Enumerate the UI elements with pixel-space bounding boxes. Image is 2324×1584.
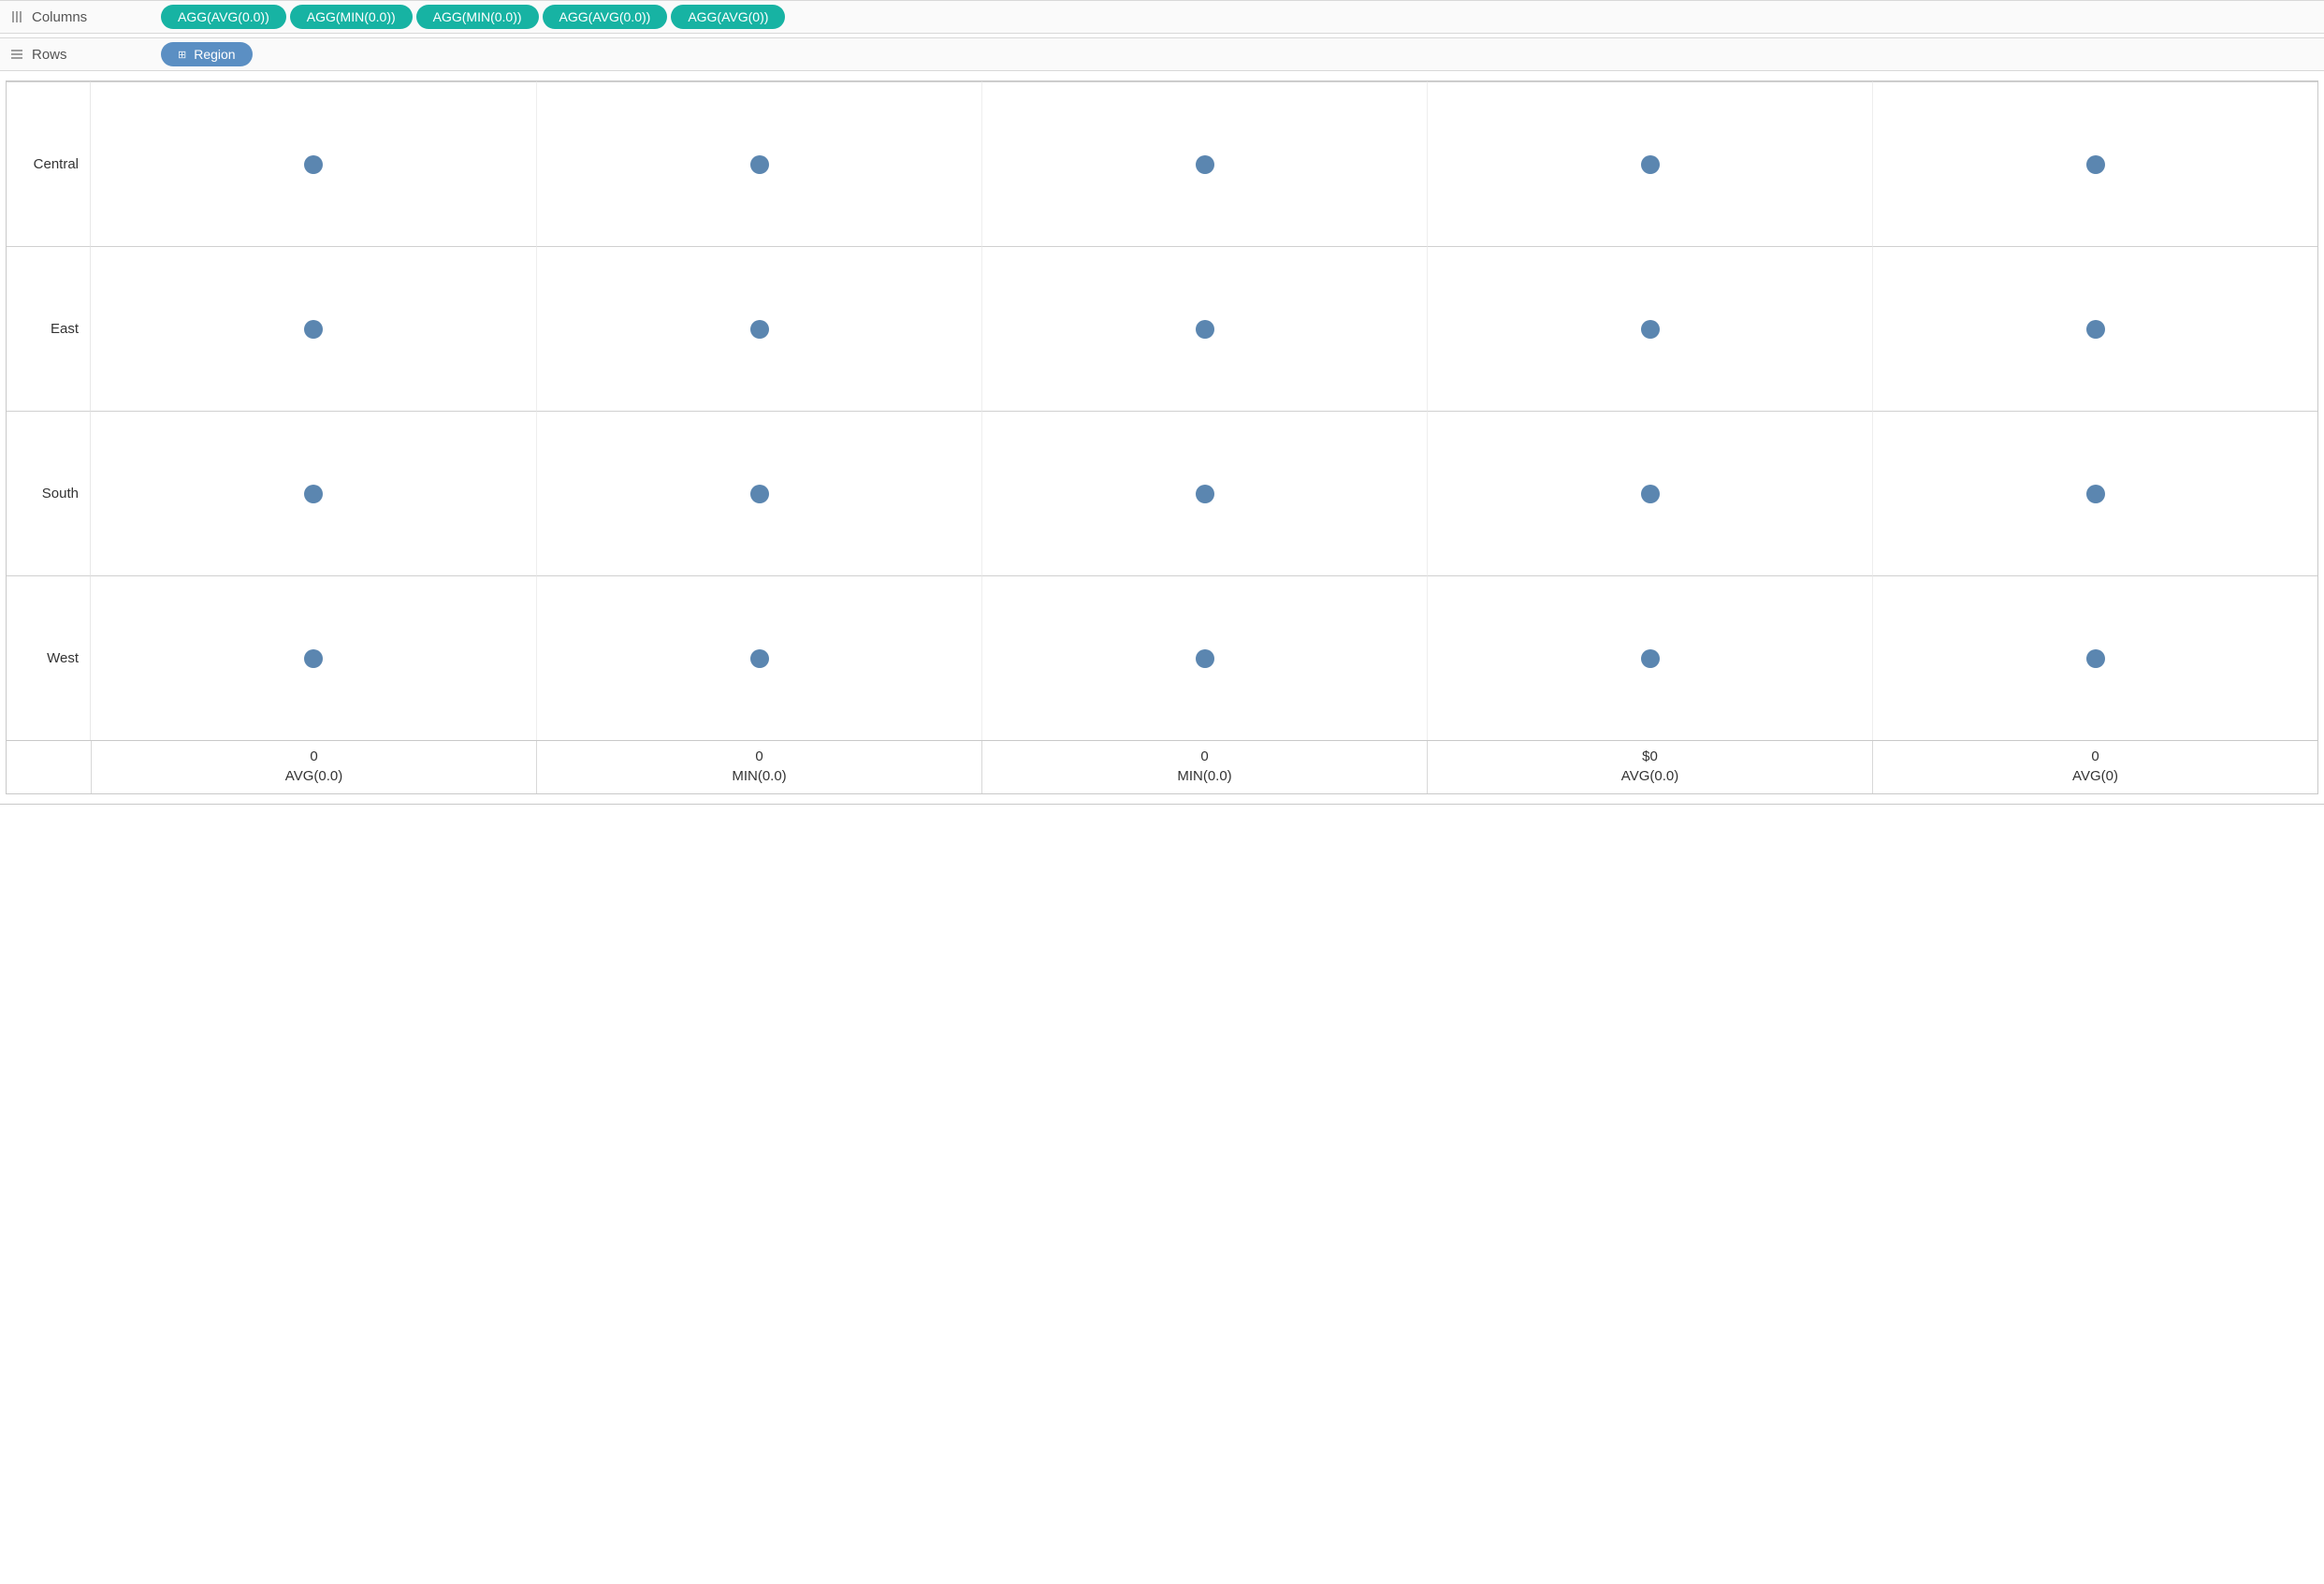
mark-cell[interactable] <box>536 81 981 246</box>
mark-dot[interactable] <box>1641 485 1660 503</box>
x-axis: 0 AVG(0.0) 0 MIN(0.0) 0 MIN(0.0) $0 AVG(… <box>7 740 2317 793</box>
columns-shelf[interactable]: Columns AGG(AVG(0.0)) AGG(MIN(0.0)) AGG(… <box>0 0 2324 34</box>
mark-cell[interactable] <box>1872 575 2317 740</box>
mark-dot[interactable] <box>750 155 769 174</box>
mark-dot[interactable] <box>1196 155 1214 174</box>
columns-shelf-label: Columns <box>0 7 157 27</box>
axis-col-4[interactable]: 0 AVG(0) <box>1872 741 2317 793</box>
mark-dot[interactable] <box>1641 155 1660 174</box>
mark-dot[interactable] <box>2086 485 2105 503</box>
axis-tick: $0 <box>1431 748 1868 764</box>
columns-label-text: Columns <box>32 9 87 25</box>
columns-icon <box>9 10 24 23</box>
column-pill-4[interactable]: AGG(AVG(0)) <box>671 5 785 29</box>
mark-cell[interactable] <box>536 246 981 411</box>
column-pill-3[interactable]: AGG(AVG(0.0)) <box>543 5 668 29</box>
axis-col-0[interactable]: 0 AVG(0.0) <box>91 741 536 793</box>
mark-dot[interactable] <box>304 485 323 503</box>
mark-dot[interactable] <box>2086 320 2105 339</box>
mark-cell[interactable] <box>1427 81 1872 246</box>
mark-cell[interactable] <box>1872 411 2317 575</box>
axis-spacer <box>7 741 91 793</box>
mark-cell[interactable] <box>91 575 536 740</box>
mark-dot[interactable] <box>1196 320 1214 339</box>
mark-dot[interactable] <box>1196 649 1214 668</box>
axis-col-3[interactable]: $0 AVG(0.0) <box>1427 741 1872 793</box>
mark-dot[interactable] <box>750 320 769 339</box>
column-pill-2[interactable]: AGG(MIN(0.0)) <box>416 5 539 29</box>
axis-label: AVG(0.0) <box>1431 768 1868 784</box>
mark-cell[interactable] <box>1427 575 1872 740</box>
mark-cell[interactable] <box>981 575 1427 740</box>
axis-label: MIN(0.0) <box>541 768 978 784</box>
rows-label-text: Rows <box>32 47 67 63</box>
axis-col-2[interactable]: 0 MIN(0.0) <box>981 741 1427 793</box>
row-header-central[interactable]: Central <box>7 81 91 246</box>
axis-label: AVG(0) <box>1877 768 2314 784</box>
mark-dot[interactable] <box>750 649 769 668</box>
mark-cell[interactable] <box>91 81 536 246</box>
row-header-west[interactable]: West <box>7 575 91 740</box>
mark-dot[interactable] <box>304 649 323 668</box>
axis-col-1[interactable]: 0 MIN(0.0) <box>536 741 981 793</box>
mark-dot[interactable] <box>1196 485 1214 503</box>
mark-dot[interactable] <box>1641 320 1660 339</box>
mark-cell[interactable] <box>981 246 1427 411</box>
mark-dot[interactable] <box>750 485 769 503</box>
worksheet-viz[interactable]: Central East South West <box>6 80 2318 794</box>
mark-dot[interactable] <box>1641 649 1660 668</box>
axis-tick: 0 <box>541 748 978 764</box>
column-pill-1[interactable]: AGG(MIN(0.0)) <box>290 5 413 29</box>
row-pill-region[interactable]: ⊞ Region <box>161 42 253 66</box>
status-divider <box>0 804 2324 805</box>
mark-dot[interactable] <box>2086 155 2105 174</box>
mark-cell[interactable] <box>1427 246 1872 411</box>
rows-shelf[interactable]: Rows ⊞ Region <box>0 37 2324 71</box>
mark-cell[interactable] <box>91 411 536 575</box>
mark-cell[interactable] <box>981 411 1427 575</box>
mark-cell[interactable] <box>536 575 981 740</box>
mark-cell[interactable] <box>1427 411 1872 575</box>
axis-tick: 0 <box>95 748 532 764</box>
row-header-south[interactable]: South <box>7 411 91 575</box>
row-header-east[interactable]: East <box>7 246 91 411</box>
axis-label: MIN(0.0) <box>986 768 1423 784</box>
axis-tick: 0 <box>986 748 1423 764</box>
mark-cell[interactable] <box>91 246 536 411</box>
expand-icon: ⊞ <box>178 49 186 61</box>
column-pill-0[interactable]: AGG(AVG(0.0)) <box>161 5 286 29</box>
axis-label: AVG(0.0) <box>95 768 532 784</box>
mark-dot[interactable] <box>304 320 323 339</box>
rows-shelf-label: Rows <box>0 45 157 65</box>
axis-tick: 0 <box>1877 748 2314 764</box>
mark-cell[interactable] <box>536 411 981 575</box>
mark-dot[interactable] <box>304 155 323 174</box>
rows-icon <box>9 48 24 61</box>
viz-grid: Central East South West <box>7 81 2317 740</box>
mark-cell[interactable] <box>1872 246 2317 411</box>
mark-cell[interactable] <box>981 81 1427 246</box>
mark-cell[interactable] <box>1872 81 2317 246</box>
mark-dot[interactable] <box>2086 649 2105 668</box>
